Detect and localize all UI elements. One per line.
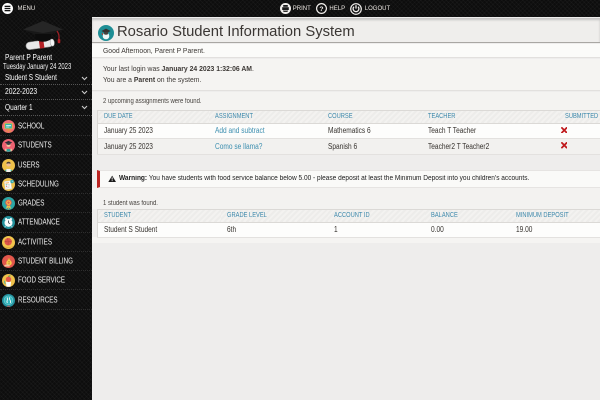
svg-text:?: ? (319, 6, 323, 13)
